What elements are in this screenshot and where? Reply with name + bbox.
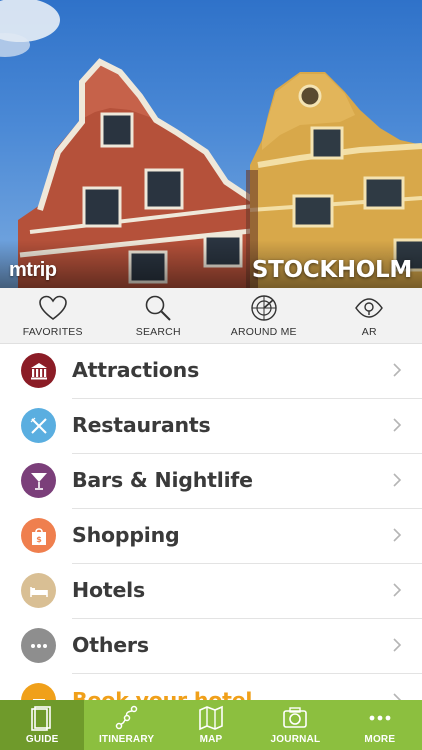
itinerary-icon [115,705,137,730]
tab-label: MORE [364,734,396,745]
eye-icon [355,298,384,318]
fork-knife-icon [21,408,56,443]
tab-guide[interactable]: GUIDE [0,700,85,750]
more-dots-icon [21,628,56,663]
tab-map[interactable]: MAP [169,700,253,750]
shopping-bag-icon: $ [21,518,56,553]
around-me-button[interactable]: AROUND ME [211,288,317,343]
map-icon [199,705,223,731]
chevron-right-icon [393,363,402,377]
chevron-right-icon [393,583,402,597]
favorites-label: FAVORITES [22,326,83,338]
chevron-right-icon [393,528,402,542]
heart-icon [38,295,67,320]
tab-label: MAP [199,734,223,745]
search-button[interactable]: SEARCH [106,288,212,343]
city-name: STOCKHOLM [251,257,412,283]
chevron-right-icon [393,638,402,652]
around-me-label: AROUND ME [230,326,297,338]
category-label: Bars & Nightlife [72,468,253,492]
category-label: Shopping [72,523,180,547]
chevron-right-icon [393,418,402,432]
category-attractions[interactable]: Attractions [0,344,422,399]
chevron-right-icon [393,473,402,487]
favorites-button[interactable]: FAVORITES [0,288,106,343]
tab-label: GUIDE [25,734,59,745]
ar-label: AR [361,326,377,338]
museum-icon [21,353,56,388]
tab-itinerary[interactable]: ITINERARY [84,700,168,750]
tab-label: JOURNAL [270,734,321,745]
bed-icon [21,573,56,608]
mtrip-logo: mtrip [9,259,57,281]
category-label: Others [72,633,149,657]
search-label: SEARCH [135,326,181,338]
search-icon [145,295,171,321]
category-label: Hotels [72,578,145,602]
stockholm-buildings-photo [0,0,422,288]
hero-banner: mtrip STOCKHOLM [0,0,422,288]
category-bars-nightlife[interactable]: Bars & Nightlife [0,454,422,509]
category-shopping[interactable]: $ Shopping [0,509,422,564]
category-restaurants[interactable]: Restaurants [0,399,422,454]
tab-journal[interactable]: JOURNAL [253,700,337,750]
ar-button[interactable]: AR [317,288,422,343]
tab-more[interactable]: MORE [338,700,422,750]
more-dots-icon [369,715,391,721]
svg-text:$: $ [36,535,42,544]
category-hotels[interactable]: Hotels [0,564,422,619]
category-label: Restaurants [72,413,211,437]
camera-icon [283,707,308,728]
category-list: Attractions Restaurants Bars & Nightlife… [0,344,422,729]
bottom-tab-bar: GUIDE ITINERARY MAP JOURNAL MORE [0,700,422,750]
radar-icon [251,295,277,321]
tab-label: ITINERARY [98,734,155,745]
category-label: Attractions [72,358,200,382]
category-others[interactable]: Others [0,619,422,674]
quick-actions-bar: FAVORITES SEARCH AROUND ME AR [0,288,422,344]
guide-book-icon [31,706,52,731]
cocktail-icon [21,463,56,498]
